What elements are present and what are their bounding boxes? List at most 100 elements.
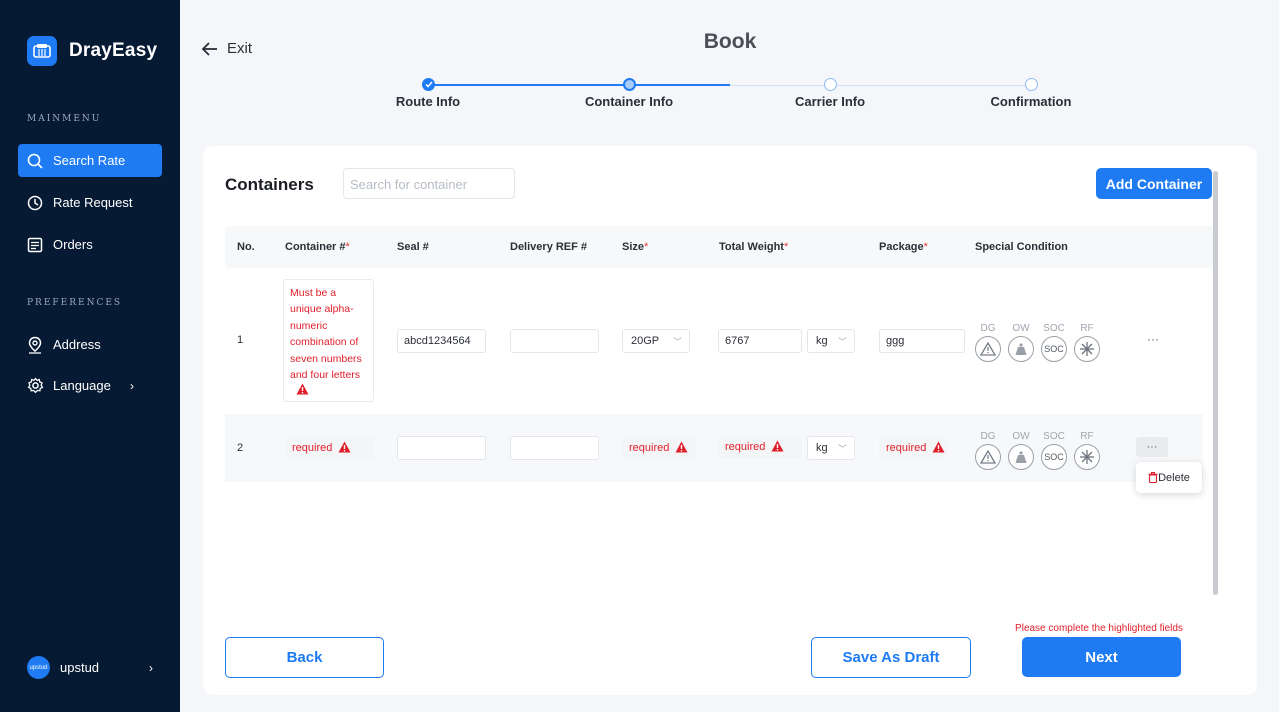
chevron-down-icon: ﹀ xyxy=(837,337,847,347)
row-actions-button[interactable]: ··· xyxy=(1147,332,1159,346)
delivery-ref-input[interactable] xyxy=(510,329,599,353)
step-current-dot xyxy=(623,78,636,91)
overweight-toggle[interactable] xyxy=(1008,336,1034,362)
sidebar-item-language[interactable]: Language › xyxy=(18,369,162,402)
brand-name: DrayEasy xyxy=(69,40,158,61)
exit-label: Exit xyxy=(227,40,253,57)
table-row: 1 Must be a unique alpha-numeric combina… xyxy=(225,268,1203,414)
save-draft-button[interactable]: Save As Draft xyxy=(811,637,971,678)
main-menu-title: MAINMENU xyxy=(27,114,102,124)
soc-toggle[interactable]: SOC xyxy=(1041,336,1067,362)
package-input[interactable]: ggg xyxy=(879,329,965,353)
soc-label: SOC xyxy=(1043,431,1065,442)
rf-label: RF xyxy=(1080,323,1094,334)
row-number: 1 xyxy=(237,334,244,346)
scrollbar[interactable] xyxy=(1213,171,1218,595)
table-header: No. Container #* Seal # Delivery REF # S… xyxy=(225,226,1213,268)
step-pending-dot xyxy=(824,78,837,91)
delivery-ref-input[interactable] xyxy=(510,436,599,460)
page-title: Book xyxy=(703,30,757,53)
containers-title: Containers xyxy=(225,175,314,194)
row-number: 2 xyxy=(237,442,244,454)
warning-icon xyxy=(675,441,688,456)
snowflake-icon xyxy=(1080,450,1094,464)
sidebar-item-address[interactable]: Address xyxy=(18,328,162,361)
snowflake-icon xyxy=(1080,342,1094,356)
seal-input[interactable]: abcd1234564 xyxy=(397,329,486,353)
delete-label: Delete xyxy=(1158,471,1190,484)
weight-error[interactable]: required xyxy=(718,436,802,458)
sidebar-item-orders[interactable]: Orders xyxy=(18,228,162,261)
sidebar-item-label: Rate Request xyxy=(53,195,133,210)
exit-button[interactable]: Exit xyxy=(201,40,252,57)
warning-outline-icon xyxy=(980,450,996,464)
col-container: Container #* xyxy=(285,241,350,253)
container-number-error[interactable]: required xyxy=(285,437,373,459)
package-error[interactable]: required xyxy=(879,437,948,459)
warning-icon xyxy=(771,440,784,455)
reefer-toggle[interactable] xyxy=(1074,336,1100,362)
chevron-right-icon: › xyxy=(130,378,134,393)
ow-label: OW xyxy=(1012,323,1030,334)
history-icon xyxy=(26,194,44,212)
gear-icon xyxy=(26,377,44,395)
weight-icon xyxy=(1015,343,1027,355)
weight-unit-select[interactable]: kg ﹀ xyxy=(807,436,855,460)
table-row: 2 required required required kg ﹀ require… xyxy=(225,414,1203,482)
sidebar-item-label: Address xyxy=(53,337,101,352)
dg-label: DG xyxy=(980,323,996,334)
arrow-left-icon xyxy=(201,41,217,56)
ow-label: OW xyxy=(1012,431,1030,442)
soc-label: SOC xyxy=(1043,323,1065,334)
container-search-input[interactable]: Search for container xyxy=(343,168,515,199)
dangerous-goods-toggle[interactable] xyxy=(975,444,1001,470)
weight-icon xyxy=(1015,451,1027,463)
stepper-line-complete xyxy=(428,84,730,86)
warning-icon xyxy=(338,441,351,456)
reefer-toggle[interactable] xyxy=(1074,444,1100,470)
search-icon xyxy=(26,152,44,170)
row-actions-button[interactable]: ··· xyxy=(1136,437,1168,457)
col-special-condition: Special Condition xyxy=(975,241,1068,253)
weight-input[interactable]: 6767 xyxy=(718,329,802,353)
col-seal: Seal # xyxy=(397,241,429,253)
delete-menu-item[interactable]: Delete xyxy=(1136,462,1202,493)
seal-input[interactable] xyxy=(397,436,486,460)
size-select[interactable]: 20GP ﹀ xyxy=(622,329,690,353)
sidebar: DrayEasy MAINMENU Search Rate Rate Reque… xyxy=(0,0,180,712)
container-number-error[interactable]: Must be a unique alpha-numeric combinati… xyxy=(283,279,374,402)
step-label-carrier-info: Carrier Info xyxy=(794,94,866,109)
sidebar-item-label: Language xyxy=(53,378,111,393)
sidebar-item-label: Search Rate xyxy=(53,153,126,168)
col-size: Size* xyxy=(622,241,649,253)
preferences-title: PREFERENCES xyxy=(27,298,123,308)
orders-icon xyxy=(26,236,44,254)
sidebar-item-search-rate[interactable]: Search Rate xyxy=(18,144,162,177)
sidebar-item-rate-request[interactable]: Rate Request xyxy=(18,186,162,219)
size-error[interactable]: required xyxy=(622,437,696,459)
weight-unit-select[interactable]: kg ﹀ xyxy=(807,329,855,353)
rf-label: RF xyxy=(1080,431,1094,442)
user-menu[interactable]: upstud upstud › xyxy=(27,656,157,679)
sidebar-item-label: Orders xyxy=(53,237,93,252)
chevron-right-icon: › xyxy=(149,660,153,675)
next-button[interactable]: Next xyxy=(1022,637,1181,677)
step-pending-dot xyxy=(1025,78,1038,91)
add-container-button[interactable]: Add Container xyxy=(1096,168,1212,199)
back-button[interactable]: Back xyxy=(225,637,384,678)
user-name: upstud xyxy=(60,660,100,675)
dg-label: DG xyxy=(980,431,996,442)
col-total-weight: Total Weight* xyxy=(719,241,789,253)
location-icon xyxy=(26,336,44,354)
chevron-down-icon: ﹀ xyxy=(837,444,847,454)
avatar: upstud xyxy=(27,656,50,679)
col-delivery-ref: Delivery REF # xyxy=(510,241,588,253)
warning-outline-icon xyxy=(980,342,996,356)
step-label-route-info: Route Info xyxy=(395,94,461,109)
warning-icon xyxy=(296,383,309,400)
soc-toggle[interactable]: SOC xyxy=(1041,444,1067,470)
dangerous-goods-toggle[interactable] xyxy=(975,336,1001,362)
chevron-down-icon: ﹀ xyxy=(672,337,682,347)
overweight-toggle[interactable] xyxy=(1008,444,1034,470)
brand-logo[interactable]: DrayEasy xyxy=(27,36,157,66)
